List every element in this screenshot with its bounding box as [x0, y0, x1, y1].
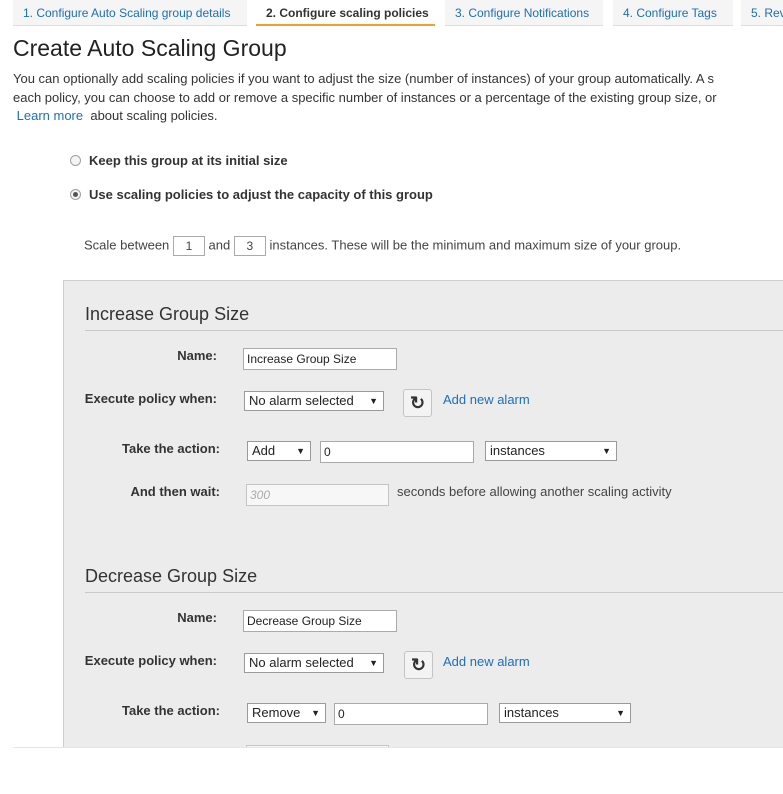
increase-amount-input[interactable]: 0	[320, 441, 474, 463]
tab-configure-group-details[interactable]: 1. Configure Auto Scaling group details	[13, 0, 247, 26]
chevron-down-icon: ▼	[369, 396, 378, 406]
intro-text: You can optionally add scaling policies …	[13, 70, 783, 126]
decrease-refresh-alarms-button[interactable]: ↻	[404, 651, 433, 679]
increase-action-label: Take the action:	[121, 441, 220, 456]
max-size-input[interactable]: 3	[233, 236, 266, 256]
decrease-alarm-select[interactable]: No alarm selected ▼	[244, 653, 384, 673]
page-title: Create Auto Scaling Group	[13, 35, 287, 61]
increase-name-label: Name:	[177, 348, 217, 363]
increase-wait-note: seconds before allowing another scaling …	[397, 484, 672, 499]
increase-wait-label: And then wait:	[130, 484, 220, 499]
increase-name-input[interactable]: Increase Group Size	[243, 348, 397, 370]
decrease-execute-label: Execute policy when:	[84, 653, 217, 668]
tab-review[interactable]: 5. Rev	[741, 0, 783, 26]
increase-alarm-selected: No alarm selected	[249, 393, 354, 408]
decrease-add-new-alarm-link[interactable]: Add new alarm	[443, 654, 530, 669]
increase-action-selected: Add	[252, 443, 276, 458]
intro-line-3: Learn more about scaling policies.	[13, 107, 783, 126]
decrease-action-selected: Remove	[252, 705, 301, 720]
tab-configure-tags[interactable]: 4. Configure Tags	[613, 0, 733, 26]
decrease-section-divider	[85, 592, 783, 593]
refresh-icon: ↻	[409, 393, 426, 413]
refresh-icon: ↻	[410, 655, 427, 675]
increase-execute-label: Execute policy when:	[84, 391, 217, 406]
increase-add-new-alarm-link[interactable]: Add new alarm	[443, 392, 530, 407]
keep-initial-size-option[interactable]: Keep this group at its initial size	[70, 153, 288, 168]
decrease-action-label: Take the action:	[121, 703, 220, 718]
scale-suffix-label: instances. These will be the minimum and…	[269, 237, 682, 253]
chevron-down-icon: ▼	[311, 708, 320, 718]
increase-section-divider	[85, 330, 783, 331]
decrease-section-title: Decrease Group Size	[85, 566, 258, 586]
increase-alarm-select[interactable]: No alarm selected ▼	[244, 391, 384, 411]
increase-unit-selected: instances	[490, 443, 545, 458]
increase-refresh-alarms-button[interactable]: ↻	[403, 389, 432, 417]
keep-initial-size-label: Keep this group at its initial size	[89, 153, 288, 168]
increase-action-select[interactable]: Add ▼	[247, 441, 311, 461]
intro-line-1: You can optionally add scaling policies …	[13, 71, 714, 86]
decrease-name-label: Name:	[177, 610, 217, 625]
chevron-down-icon: ▼	[602, 446, 611, 456]
use-scaling-policies-option[interactable]: Use scaling policies to adjust the capac…	[70, 187, 433, 202]
use-scaling-policies-radio[interactable]	[70, 189, 81, 200]
min-size-input[interactable]: 1	[172, 236, 205, 256]
intro-line-3-rest: about scaling policies.	[90, 108, 218, 123]
intro-line-2: each policy, you can choose to add or re…	[13, 89, 717, 105]
increase-section-title: Increase Group Size	[85, 304, 250, 324]
increase-unit-select[interactable]: instances ▼	[485, 441, 617, 461]
decrease-alarm-selected: No alarm selected	[249, 655, 354, 670]
scaling-policies-panel	[63, 280, 783, 751]
decrease-amount-input[interactable]: 0	[334, 703, 488, 725]
chevron-down-icon: ▼	[616, 708, 625, 718]
increase-wait-input[interactable]: 300	[246, 484, 389, 506]
tab-configure-notifications[interactable]: 3. Configure Notifications	[445, 0, 603, 26]
decrease-action-select[interactable]: Remove ▼	[247, 703, 326, 723]
decrease-unit-selected: instances	[504, 705, 559, 720]
tab-configure-scaling-policies[interactable]: 2. Configure scaling policies	[256, 0, 435, 26]
screenshot-cutoff	[0, 748, 783, 794]
use-scaling-policies-label: Use scaling policies to adjust the capac…	[89, 187, 433, 202]
keep-initial-size-radio[interactable]	[70, 155, 81, 166]
decrease-unit-select[interactable]: instances ▼	[499, 703, 631, 723]
and-label: and	[208, 237, 231, 253]
chevron-down-icon: ▼	[369, 658, 378, 668]
learn-more-link[interactable]: Learn more	[17, 108, 83, 123]
divider	[13, 747, 783, 748]
scale-between-row: Scale between 1 and 3 instances. These w…	[84, 236, 681, 256]
wizard-steps: 1. Configure Auto Scaling group details …	[0, 0, 783, 28]
chevron-down-icon: ▼	[296, 446, 305, 456]
decrease-name-input[interactable]: Decrease Group Size	[243, 610, 397, 632]
scale-between-label: Scale between	[84, 237, 170, 253]
